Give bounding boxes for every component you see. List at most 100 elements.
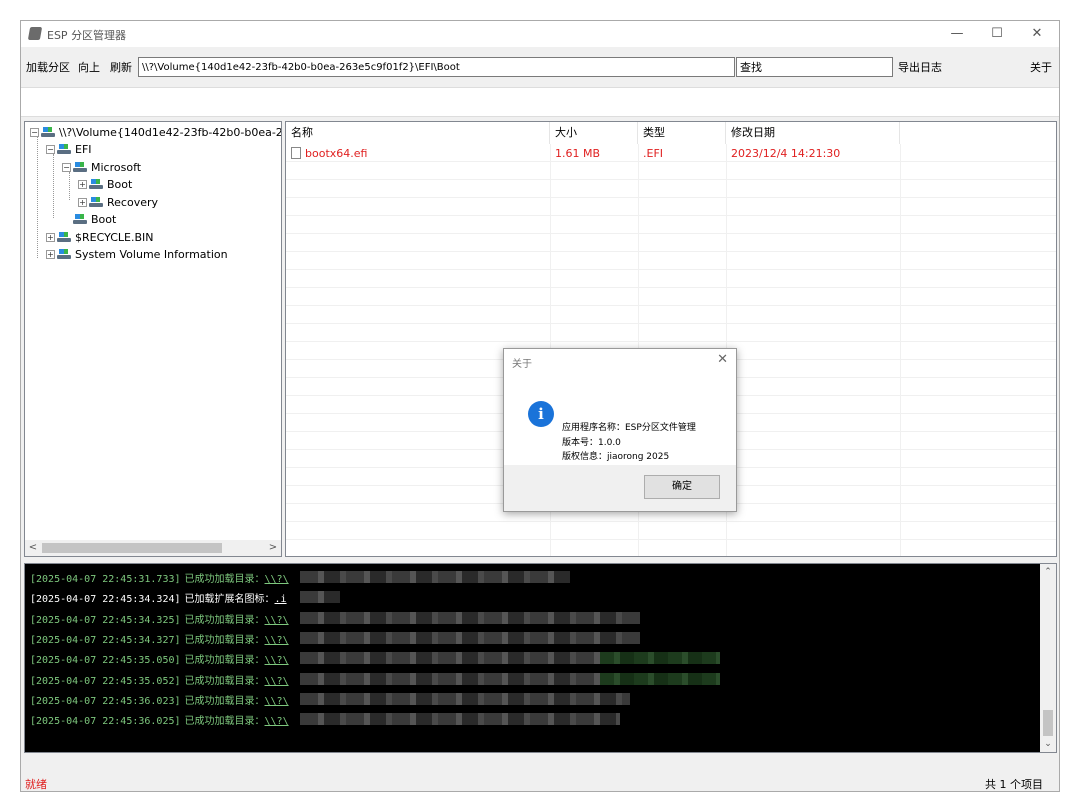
log-path: \\?\ [264,614,289,626]
empty-grid-row [286,198,1056,216]
redacted-path [300,692,630,705]
tree-item-label: System Volume Information [75,247,228,261]
file-name-cell: bootx64.efi [291,146,367,162]
tree-item[interactable]: − EFI [46,141,92,157]
refresh-button[interactable]: 刷新 [110,59,132,75]
log-line: [2025-04-07 22:45:34.327] 已成功加载目录：\\?\ [30,631,289,646]
log-timestamp: [2025-04-07 22:45:35.052] [30,675,181,687]
log-line: [2025-04-07 22:45:35.050] 已成功加载目录：\\?\ [30,651,289,666]
redacted-path [300,591,340,604]
tree-item[interactable]: + $RECYCLE.BIN [46,229,153,245]
scroll-down-icon[interactable]: ⌄ [1040,736,1056,752]
ok-button[interactable]: 确定 [644,475,720,499]
empty-grid-row [286,162,1056,180]
column-header-name[interactable]: 名称 [286,122,550,144]
log-timestamp: [2025-04-07 22:45:36.023] [30,695,181,707]
log-timestamp: [2025-04-07 22:45:31.733] [30,574,181,585]
log-vertical-scrollbar[interactable]: ⌃ ⌄ [1040,564,1056,752]
log-message: 已成功加载目录： [184,695,265,707]
collapse-icon[interactable]: − [62,162,71,172]
empty-grid-row [286,288,1056,306]
log-message: 已成功加载目录： [184,634,265,646]
redacted-path [600,672,720,685]
file-type-cell: .EFI [643,147,664,160]
collapse-icon[interactable]: − [46,144,55,154]
tree-item[interactable]: − \\?\Volume{140d1e42-23fb-42b0-b0ea-263 [30,124,282,140]
tree-item-selected[interactable]: Boot [62,211,116,227]
collapse-icon[interactable]: − [30,127,39,137]
info-icon: i [528,401,554,427]
tree-item-label: \\?\Volume{140d1e42-23fb-42b0-b0ea-263 [59,125,282,139]
log-timestamp: [2025-04-07 22:45:34.327] [30,634,181,646]
scroll-right-icon[interactable]: > [265,540,281,556]
title-bar[interactable]: ESP 分区管理器 — ☐ ✕ [21,21,1059,47]
folder-tree[interactable]: − \\?\Volume{140d1e42-23fb-42b0-b0ea-263… [24,121,282,557]
folder-icon [57,249,71,259]
log-message: 已成功加载目录： [184,655,265,667]
redacted-path [300,713,620,726]
scroll-left-icon[interactable]: < [25,540,41,556]
column-header-type[interactable]: 类型 [638,122,726,144]
minimize-button[interactable]: — [937,21,977,47]
column-header-size[interactable]: 大小 [550,122,638,144]
item-count: 共 1 个项目 [985,778,1043,791]
log-timestamp: [2025-04-07 22:45:34.324] [30,594,181,606]
expand-icon[interactable]: + [46,249,55,259]
maximize-button[interactable]: ☐ [977,21,1017,47]
up-button[interactable]: 向上 [78,59,100,75]
dialog-close-icon[interactable]: ✕ [717,352,728,367]
scrollbar-thumb[interactable] [42,543,222,553]
load-partition-button[interactable]: 加载分区 [26,59,70,75]
log-message: 已成功加载目录： [184,675,265,687]
log-line: [2025-04-07 22:45:31.733] 已成功加载目录：\\?\ [30,570,289,585]
redacted-path [300,571,570,583]
toolbar: 加载分区 向上 刷新 导出日志 关于 [21,55,1059,77]
drive-icon [41,127,55,137]
copyright-text: 版权信息：jiaorong 2025 [562,452,670,462]
close-button[interactable]: ✕ [1017,21,1057,47]
search-input[interactable] [736,57,893,77]
folder-icon [73,162,87,172]
about-button[interactable]: 关于 [1030,59,1052,75]
empty-grid-row [286,144,1056,162]
path-input[interactable] [138,57,735,77]
empty-grid-row [286,252,1056,270]
empty-grid-row [286,270,1056,288]
scrollbar-thumb[interactable] [1043,710,1053,736]
column-header-modified[interactable]: 修改日期 [726,122,900,144]
tree-item[interactable]: + Boot [78,176,132,192]
expand-icon[interactable]: + [78,179,87,189]
log-timestamp: [2025-04-07 22:45:36.025] [30,716,181,728]
log-path: \\?\ [264,716,289,728]
tree-item-label: Microsoft [91,160,142,174]
expand-icon[interactable]: + [46,232,55,242]
tree-item-label: Boot [107,177,133,191]
empty-grid-row [286,180,1056,198]
tree-horizontal-scrollbar[interactable]: < > [25,540,281,556]
log-line: [2025-04-07 22:45:35.052] 已成功加载目录：\\?\ [30,672,289,687]
tree-item[interactable]: − Microsoft [62,159,141,175]
log-path: \\?\ [264,675,289,687]
log-message: 已成功加载目录： [184,614,265,626]
log-timestamp: [2025-04-07 22:45:34.325] [30,614,181,626]
window-title: ESP 分区管理器 [47,29,127,42]
expand-icon[interactable]: + [78,197,87,207]
file-modified-cell: 2023/12/4 14:21:30 [731,147,841,160]
version-text: 版本号：1.0.0 [562,438,621,448]
log-line: [2025-04-07 22:45:34.324] 已加载扩展名图标：.i [30,590,287,605]
tree-item[interactable]: + Recovery [78,194,158,210]
empty-grid-row [286,306,1056,324]
scroll-up-icon[interactable]: ⌃ [1040,564,1056,580]
toolbar-spacer [21,87,1059,117]
log-path: \\?\ [264,695,289,707]
log-console[interactable]: [2025-04-07 22:45:31.733] 已成功加载目录：\\?\ [20… [24,563,1057,753]
export-log-button[interactable]: 导出日志 [898,59,942,75]
main-window: ESP 分区管理器 — ☐ ✕ 加载分区 向上 刷新 导出日志 关于 − \\?… [20,20,1060,792]
redacted-path [300,631,640,644]
tree-item-label: EFI [75,142,92,156]
log-line: [2025-04-07 22:45:34.325] 已成功加载目录：\\?\ [30,611,289,626]
dialog-footer: 确定 [504,465,736,511]
tree-item[interactable]: + System Volume Information [46,246,228,262]
log-line: [2025-04-07 22:45:36.023] 已成功加载目录：\\?\ [30,692,289,707]
